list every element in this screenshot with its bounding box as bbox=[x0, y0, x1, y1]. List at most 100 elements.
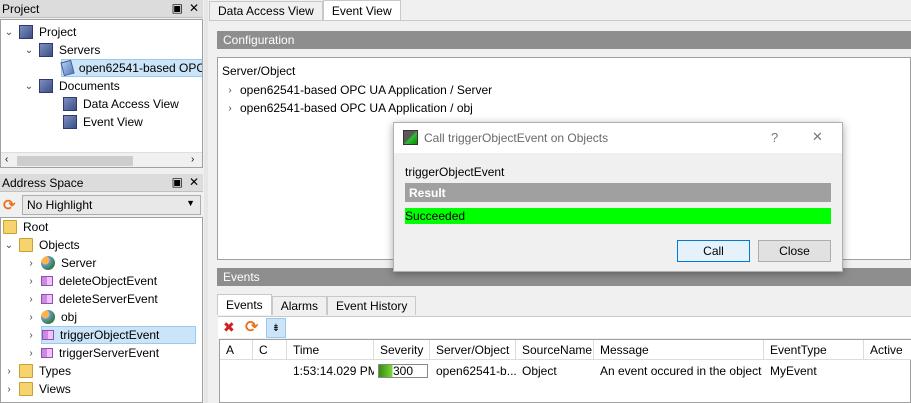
folder-icon bbox=[19, 364, 33, 378]
help-icon[interactable]: ? bbox=[771, 130, 778, 145]
app-icon bbox=[403, 130, 418, 145]
close-icon[interactable]: ✕ bbox=[189, 175, 199, 189]
tree-item-trigger-object-event[interactable]: › triggerObjectEvent bbox=[25, 326, 197, 344]
project-tree[interactable]: ⌄ Project ⌄ Servers open62541-based OPC … bbox=[0, 19, 203, 168]
chevron-right-icon[interactable]: › bbox=[224, 103, 236, 114]
cell-server-object: open62541-b... bbox=[436, 364, 516, 378]
cell-event-type: MyEvent bbox=[770, 364, 817, 378]
column-header-active[interactable]: Active bbox=[864, 340, 911, 359]
tree-item-root[interactable]: Root bbox=[3, 218, 48, 236]
result-label: Result bbox=[409, 185, 446, 200]
dialog-titlebar[interactable]: Call triggerObjectEvent on Objects ? ✕ bbox=[394, 123, 842, 153]
tree-item-server-connection[interactable]: open62541-based OPC bbox=[60, 59, 202, 77]
address-tree[interactable]: Root ⌄ Objects › Server › deleteObjectEv… bbox=[0, 217, 203, 403]
configuration-header-text: Configuration bbox=[223, 33, 295, 47]
tree-item-label: Server bbox=[61, 256, 97, 270]
dialog-title: Call triggerObjectEvent on Objects bbox=[424, 131, 609, 145]
tree-item-delete-server-event[interactable]: › deleteServerEvent bbox=[25, 290, 157, 308]
events-tabs: Events Alarms Event History bbox=[217, 294, 417, 315]
chevron-down-icon[interactable]: ⌄ bbox=[23, 81, 35, 92]
events-table[interactable]: A C Time Severity Server/Object SourceNa… bbox=[219, 339, 911, 403]
tree-item-delete-object-event[interactable]: › deleteObjectEvent bbox=[25, 272, 157, 290]
chevron-right-icon[interactable]: › bbox=[25, 330, 37, 341]
severity-value: 300 bbox=[393, 364, 414, 378]
dropdown-arrow-icon: ▼ bbox=[186, 198, 195, 208]
events-toolbar: ✖ ⟳ ⇟ bbox=[218, 316, 911, 338]
tree-item-label: triggerServerEvent bbox=[59, 346, 160, 360]
config-item[interactable]: › open62541-based OPC UA Application / o… bbox=[224, 99, 473, 117]
column-header-time[interactable]: Time bbox=[287, 340, 374, 359]
refresh-icon[interactable]: ⟳ bbox=[245, 317, 258, 337]
tree-item-label: triggerObjectEvent bbox=[60, 328, 160, 342]
tree-item-label: obj bbox=[61, 310, 78, 324]
chevron-down-icon[interactable]: ⌄ bbox=[3, 27, 15, 38]
table-row[interactable]: 1:53:14.029 PM 300 open62541-b... Object… bbox=[220, 362, 911, 380]
tab-events[interactable]: Events bbox=[217, 294, 272, 315]
cell-c bbox=[253, 362, 287, 380]
tab-event-view[interactable]: Event View bbox=[322, 0, 401, 20]
method-name: triggerObjectEvent bbox=[405, 165, 505, 179]
refresh-icon[interactable]: ⟳ bbox=[3, 196, 16, 214]
method-icon bbox=[41, 294, 53, 304]
column-header-source-name[interactable]: SourceName bbox=[516, 340, 594, 359]
tab-data-access-view[interactable]: Data Access View bbox=[209, 1, 323, 20]
chevron-right-icon[interactable]: › bbox=[25, 312, 37, 323]
tree-item-project[interactable]: ⌄ Project bbox=[3, 23, 76, 41]
tree-item-views[interactable]: › Views bbox=[3, 380, 71, 398]
column-header-server-object[interactable]: Server/Object bbox=[430, 340, 516, 359]
chevron-right-icon[interactable]: › bbox=[3, 384, 15, 395]
chevron-down-icon[interactable]: ⌄ bbox=[23, 45, 35, 56]
tree-item-objects[interactable]: ⌄ Objects bbox=[3, 236, 80, 254]
chevron-right-icon[interactable]: › bbox=[25, 276, 37, 287]
severity-bar: 300 bbox=[378, 364, 428, 378]
tab-alarms[interactable]: Alarms bbox=[271, 296, 328, 315]
main-tabs: Data Access View Event View bbox=[209, 0, 401, 20]
tree-item-servers[interactable]: ⌄ Servers bbox=[23, 41, 100, 59]
address-panel-title-text: Address Space bbox=[2, 175, 84, 190]
tree-item-trigger-server-event[interactable]: › triggerServerEvent bbox=[25, 344, 159, 362]
tree-item-label: Objects bbox=[39, 238, 80, 252]
tree-item-server[interactable]: › Server bbox=[25, 254, 96, 272]
tab-event-history[interactable]: Event History bbox=[327, 296, 417, 315]
tree-item-label: deleteObjectEvent bbox=[59, 274, 158, 288]
tree-item-types[interactable]: › Types bbox=[3, 362, 71, 380]
chevron-down-icon[interactable]: ⌄ bbox=[3, 240, 15, 251]
column-header-severity[interactable]: Severity bbox=[374, 340, 430, 359]
column-header-event-type[interactable]: EventType bbox=[764, 340, 864, 359]
highlight-select[interactable]: No Highlight ▼ bbox=[22, 195, 201, 215]
close-icon[interactable]: ✕ bbox=[812, 129, 823, 145]
scrollbar-thumb[interactable] bbox=[17, 156, 133, 166]
column-header-a[interactable]: A bbox=[220, 340, 253, 359]
document-icon bbox=[63, 97, 77, 111]
chevron-right-icon[interactable]: › bbox=[25, 294, 37, 305]
horizontal-scrollbar[interactable]: ‹ › bbox=[1, 152, 202, 167]
tree-item-label: Documents bbox=[59, 79, 120, 93]
server-object-icon bbox=[41, 310, 55, 324]
autoscroll-icon[interactable]: ⇟ bbox=[266, 318, 286, 338]
project-panel-title-text: Project bbox=[2, 1, 40, 16]
tree-item-documents[interactable]: ⌄ Documents bbox=[23, 77, 120, 95]
close-icon[interactable]: ✕ bbox=[189, 1, 199, 15]
scroll-left-icon[interactable]: ‹ bbox=[5, 154, 8, 165]
restore-icon[interactable]: ▣ bbox=[172, 175, 183, 189]
document-icon bbox=[39, 43, 53, 57]
chevron-right-icon[interactable]: › bbox=[3, 366, 15, 377]
highlight-select-value: No Highlight bbox=[27, 198, 93, 212]
scroll-right-icon[interactable]: › bbox=[191, 154, 194, 165]
config-item[interactable]: › open62541-based OPC UA Application / S… bbox=[224, 81, 492, 99]
splitter[interactable] bbox=[204, 0, 208, 403]
tree-item-data-access-view[interactable]: Data Access View bbox=[63, 95, 179, 113]
column-header-message[interactable]: Message bbox=[594, 340, 764, 359]
delete-icon[interactable]: ✖ bbox=[223, 319, 235, 336]
call-button[interactable]: Call bbox=[677, 240, 750, 262]
column-header-c[interactable]: C bbox=[253, 340, 287, 359]
chevron-right-icon[interactable]: › bbox=[224, 85, 236, 96]
cell-time: 1:53:14.029 PM bbox=[293, 364, 374, 378]
chevron-right-icon[interactable]: › bbox=[25, 258, 37, 269]
restore-icon[interactable]: ▣ bbox=[172, 1, 183, 15]
close-button[interactable]: Close bbox=[758, 240, 831, 262]
tree-item-obj[interactable]: › obj bbox=[25, 308, 77, 326]
status-text: Succeeded bbox=[405, 209, 466, 223]
tree-item-event-view[interactable]: Event View bbox=[63, 113, 143, 131]
chevron-right-icon[interactable]: › bbox=[25, 348, 37, 359]
